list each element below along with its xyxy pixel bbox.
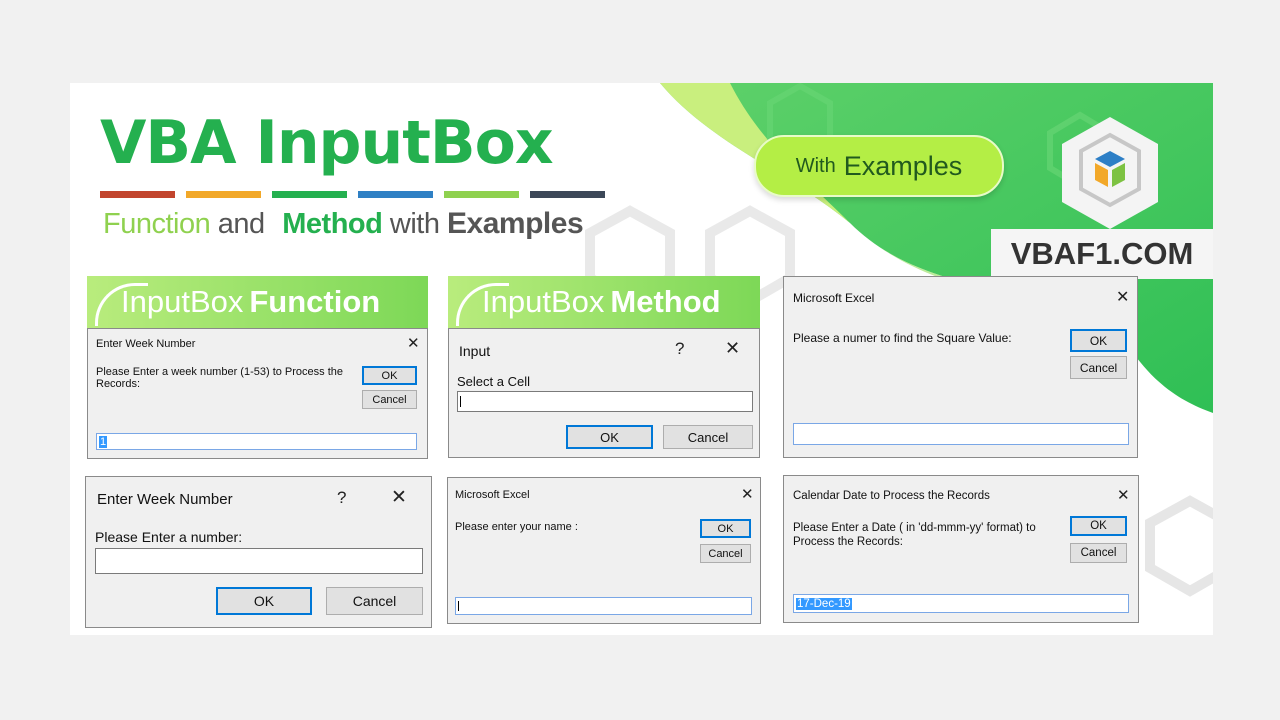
input-field[interactable]: 1 [96,433,417,450]
text-caret [458,601,459,611]
dialog-title: Microsoft Excel [793,291,874,305]
page-subtitle: Function and Method with Examples [103,207,583,241]
dialog-title: Enter Week Number [97,491,233,508]
banner-label: InputBox [482,284,604,320]
dialog-prompt: Please enter your name : [455,521,578,533]
help-icon[interactable]: ? [675,339,684,359]
close-icon[interactable]: ✕ [725,338,740,359]
cancel-button[interactable]: Cancel [1070,543,1127,563]
ok-button[interactable]: OK [700,519,751,538]
banner-label: InputBox [121,284,243,320]
input-selected-value: 17-Dec-19 [796,598,852,610]
color-bar-dark [530,191,605,198]
dialog-enter-week-number-small: Enter Week Number ✕ Please Enter a week … [87,328,428,459]
color-bar-red [100,191,175,198]
dialog-title: Calendar Date to Process the Records [793,490,990,502]
close-icon[interactable]: ✕ [1116,287,1129,307]
cancel-button[interactable]: Cancel [700,544,751,563]
dialog-enter-week-number-large: Enter Week Number ? ✕ Please Enter a num… [85,476,432,628]
cancel-button[interactable]: Cancel [1070,356,1127,379]
with-examples-badge: With Examples [754,135,1004,197]
help-icon[interactable]: ? [337,488,346,508]
subtitle-with: with [390,208,440,240]
dialog-title: Input [459,343,490,359]
thumbnail-canvas: VBA InputBox Function and Method with Ex… [70,83,1213,635]
subtitle-function: Function [103,208,210,240]
cancel-button[interactable]: Cancel [362,390,417,409]
dialog-prompt: Please Enter a Date ( in 'dd-mmm-yy' for… [793,521,1063,549]
ok-button[interactable]: OK [1070,516,1127,536]
badge-small-text: With [796,155,836,178]
color-bar-blue [358,191,433,198]
cancel-button[interactable]: Cancel [663,425,753,449]
banner-bold: Function [249,284,380,320]
dialog-prompt: Please Enter a number: [95,529,242,545]
input-field[interactable] [95,548,423,574]
dialog-microsoft-excel-name: Microsoft Excel ✕ Please enter your name… [447,477,761,624]
color-bar-green [272,191,347,198]
ok-button[interactable]: OK [1070,329,1127,352]
close-icon[interactable]: ✕ [741,485,754,503]
dialog-prompt: Please Enter a week number (1-53) to Pro… [96,366,351,390]
color-bar-lightgreen [444,191,519,198]
ok-button[interactable]: OK [216,587,312,615]
input-field[interactable] [457,391,753,412]
subtitle-method: Method [282,208,382,240]
subtitle-examples: Examples [447,207,583,240]
input-field[interactable] [793,423,1129,445]
dialog-title: Enter Week Number [96,338,195,350]
text-caret [460,396,461,407]
close-icon[interactable]: ✕ [407,334,420,352]
inputbox-method-banner: InputBox Method [448,276,760,328]
ok-button[interactable]: OK [362,366,417,385]
close-icon[interactable]: ✕ [1117,486,1130,504]
dialog-title: Microsoft Excel [455,489,530,501]
inputbox-function-banner: InputBox Function [87,276,428,328]
brand-site-label: VBAF1.COM [991,229,1213,279]
ok-button[interactable]: OK [566,425,653,449]
dialog-calendar-date: Calendar Date to Process the Records ✕ P… [783,475,1139,623]
dialog-input-select-cell: Input ? ✕ Select a Cell OK Cancel [448,328,760,458]
input-selected-value: 1 [99,436,107,448]
color-bar-orange [186,191,261,198]
subtitle-and: and [218,208,265,240]
cube-hexagon-icon [1055,113,1165,233]
dialog-microsoft-excel-square: Microsoft Excel ✕ Please a numer to find… [783,276,1138,458]
badge-large-text: Examples [844,151,963,182]
close-icon[interactable]: ✕ [391,486,407,509]
page-title: VBA InputBox [100,113,553,173]
dialog-prompt: Please a numer to find the Square Value: [793,331,1012,345]
input-field[interactable] [455,597,752,615]
banner-bold: Method [610,284,720,320]
dialog-prompt: Select a Cell [457,374,530,389]
cancel-button[interactable]: Cancel [326,587,423,615]
input-field[interactable]: 17-Dec-19 [793,594,1129,613]
